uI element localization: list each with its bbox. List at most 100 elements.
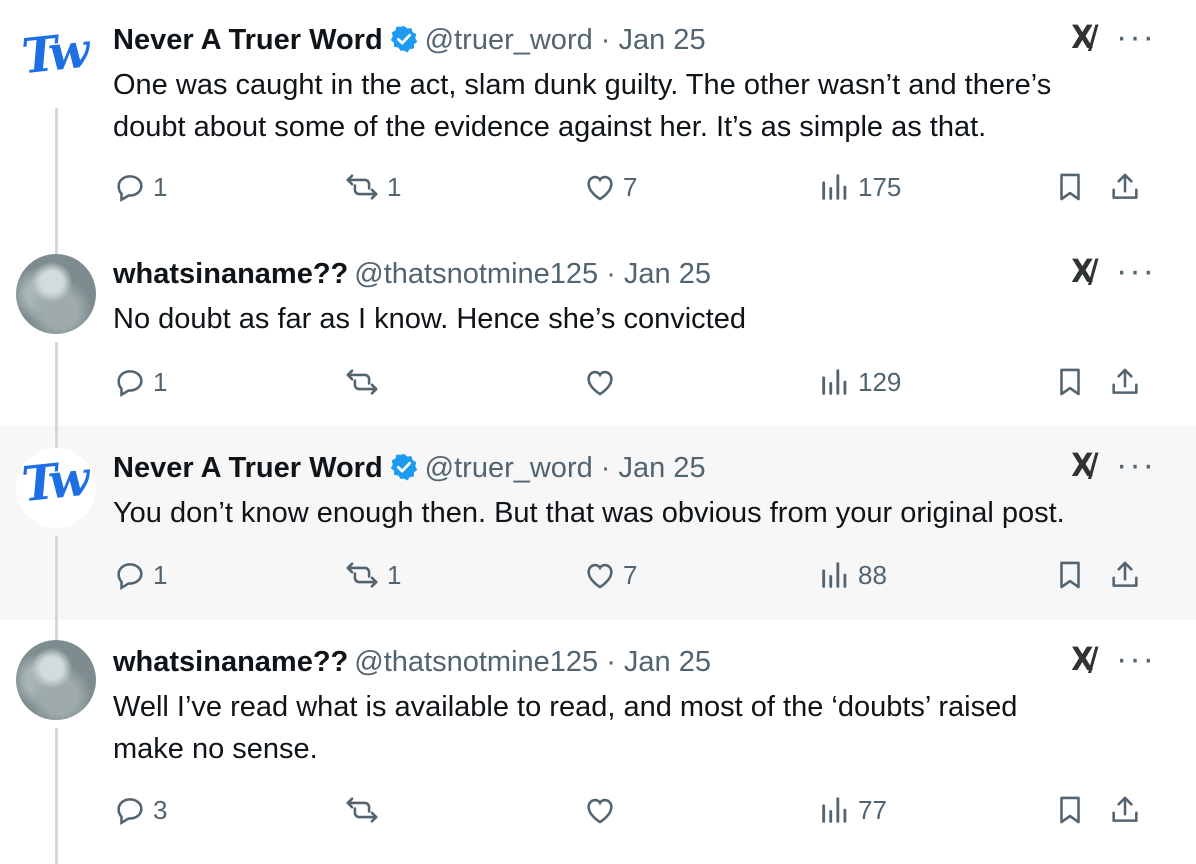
like-button[interactable] xyxy=(583,365,623,399)
grok-icon[interactable]: X/ xyxy=(1071,640,1098,678)
share-button[interactable] xyxy=(1108,558,1142,592)
author-name[interactable]: whatsinaname?? xyxy=(113,258,348,290)
reply-button[interactable]: 1 xyxy=(113,170,167,204)
views-icon xyxy=(818,793,852,827)
tweet-actions: 1 129 xyxy=(113,365,1153,405)
tweet-actions: 1 1 7 175 xyxy=(113,170,1153,210)
thread-line xyxy=(55,342,58,426)
author-name[interactable]: Never A Truer Word xyxy=(113,24,383,56)
like-count: 7 xyxy=(623,171,638,202)
tweet-actions: 3 77 xyxy=(113,793,1153,833)
reply-icon xyxy=(113,365,147,399)
tweet-text-line: make no sense. xyxy=(113,733,318,765)
bookmark-icon xyxy=(1053,170,1087,204)
repost-icon xyxy=(343,170,381,204)
share-button[interactable] xyxy=(1108,365,1142,399)
reply-button[interactable]: 1 xyxy=(113,365,167,399)
more-icon[interactable]: ··· xyxy=(1116,448,1156,482)
author-handle-date[interactable]: @thatsnotmine125 · Jan 25 xyxy=(354,646,711,678)
grok-icon[interactable]: X/ xyxy=(1071,446,1098,484)
repost-button[interactable] xyxy=(343,793,387,827)
thread-line xyxy=(55,108,58,228)
thread-line xyxy=(55,728,58,864)
reply-count: 1 xyxy=(153,559,168,590)
tweet[interactable]: whatsinaname?? @thatsnotmine125 · Jan 25 X… xyxy=(0,620,1196,864)
author-name[interactable]: whatsinaname?? xyxy=(113,646,348,678)
repost-icon xyxy=(343,793,381,827)
tweet-text-line: doubt about some of the evidence against… xyxy=(113,111,987,143)
repost-icon xyxy=(343,558,381,592)
like-button[interactable] xyxy=(583,793,623,827)
avatar[interactable]: Tw xyxy=(16,448,96,528)
verified-badge-icon xyxy=(389,452,419,482)
repost-count: 1 xyxy=(387,171,402,202)
tweet-top-actions: X/ ··· xyxy=(1070,18,1156,56)
tweet-top-actions: X/ ··· xyxy=(1070,252,1156,290)
views-button[interactable]: 88 xyxy=(818,558,887,592)
views-count: 129 xyxy=(858,366,902,397)
views-icon xyxy=(818,558,852,592)
like-icon xyxy=(583,170,617,204)
bookmark-button[interactable] xyxy=(1053,365,1087,399)
reply-count: 1 xyxy=(153,366,168,397)
views-button[interactable]: 129 xyxy=(818,365,901,399)
views-count: 77 xyxy=(858,794,887,825)
avatar[interactable] xyxy=(16,254,96,334)
avatar[interactable]: Tw xyxy=(16,20,96,100)
thread-line xyxy=(55,228,58,254)
more-icon[interactable]: ··· xyxy=(1116,20,1156,54)
reply-button[interactable]: 1 xyxy=(113,558,167,592)
share-icon xyxy=(1108,170,1142,204)
author-handle-date[interactable]: @thatsnotmine125 · Jan 25 xyxy=(354,258,711,290)
repost-count: 1 xyxy=(387,559,402,590)
views-count: 88 xyxy=(858,559,887,590)
grok-icon[interactable]: X/ xyxy=(1071,252,1098,290)
repost-button[interactable] xyxy=(343,365,387,399)
views-button[interactable]: 77 xyxy=(818,793,887,827)
views-icon xyxy=(818,170,852,204)
repost-button[interactable]: 1 xyxy=(343,170,401,204)
like-count: 7 xyxy=(623,559,638,590)
bookmark-button[interactable] xyxy=(1053,558,1087,592)
avatar[interactable] xyxy=(16,640,96,720)
reply-icon xyxy=(113,170,147,204)
like-icon xyxy=(583,793,617,827)
more-icon[interactable]: ··· xyxy=(1116,254,1156,288)
like-button[interactable]: 7 xyxy=(583,170,637,204)
reply-count: 3 xyxy=(153,794,168,825)
grok-icon[interactable]: X/ xyxy=(1071,18,1098,56)
tweet-text: Well I’ve read what is available to read… xyxy=(113,686,1143,770)
thread-line xyxy=(55,620,58,640)
tweet[interactable]: Tw Never A Truer Word @truer_word · Jan 25… xyxy=(0,426,1196,620)
author-handle-date[interactable]: @truer_word · Jan 25 xyxy=(425,24,706,56)
repost-button[interactable]: 1 xyxy=(343,558,401,592)
tweet-header: Never A Truer Word @truer_word · Jan 25 xyxy=(113,22,706,58)
views-button[interactable]: 175 xyxy=(818,170,901,204)
more-icon[interactable]: ··· xyxy=(1116,642,1156,676)
tweet-text-line: You don’t know enough then. But that was… xyxy=(113,497,1065,529)
like-icon xyxy=(583,558,617,592)
tweet-text: One was caught in the act, slam dunk gui… xyxy=(113,64,1143,148)
thread-line xyxy=(55,426,58,448)
share-button[interactable] xyxy=(1108,170,1142,204)
bookmark-icon xyxy=(1053,793,1087,827)
bookmark-button[interactable] xyxy=(1053,170,1087,204)
share-icon xyxy=(1108,365,1142,399)
author-name[interactable]: Never A Truer Word xyxy=(113,452,383,484)
tweet-text-line: Well I’ve read what is available to read… xyxy=(113,691,1018,723)
bookmark-button[interactable] xyxy=(1053,793,1087,827)
views-count: 175 xyxy=(858,171,902,202)
author-handle-date[interactable]: @truer_word · Jan 25 xyxy=(425,452,706,484)
tweet[interactable]: Tw Never A Truer Word @truer_word · Jan 25… xyxy=(0,0,1196,228)
reply-button[interactable]: 3 xyxy=(113,793,167,827)
repost-icon xyxy=(343,365,381,399)
like-icon xyxy=(583,365,617,399)
tweet-header: whatsinaname?? @thatsnotmine125 · Jan 25 xyxy=(113,256,711,292)
reply-icon xyxy=(113,558,147,592)
share-button[interactable] xyxy=(1108,793,1142,827)
bookmark-icon xyxy=(1053,558,1087,592)
tweet-header: whatsinaname?? @thatsnotmine125 · Jan 25 xyxy=(113,644,711,680)
like-button[interactable]: 7 xyxy=(583,558,637,592)
tweet[interactable]: whatsinaname?? @thatsnotmine125 · Jan 25 X… xyxy=(0,228,1196,426)
tweet-top-actions: X/ ··· xyxy=(1070,446,1156,484)
